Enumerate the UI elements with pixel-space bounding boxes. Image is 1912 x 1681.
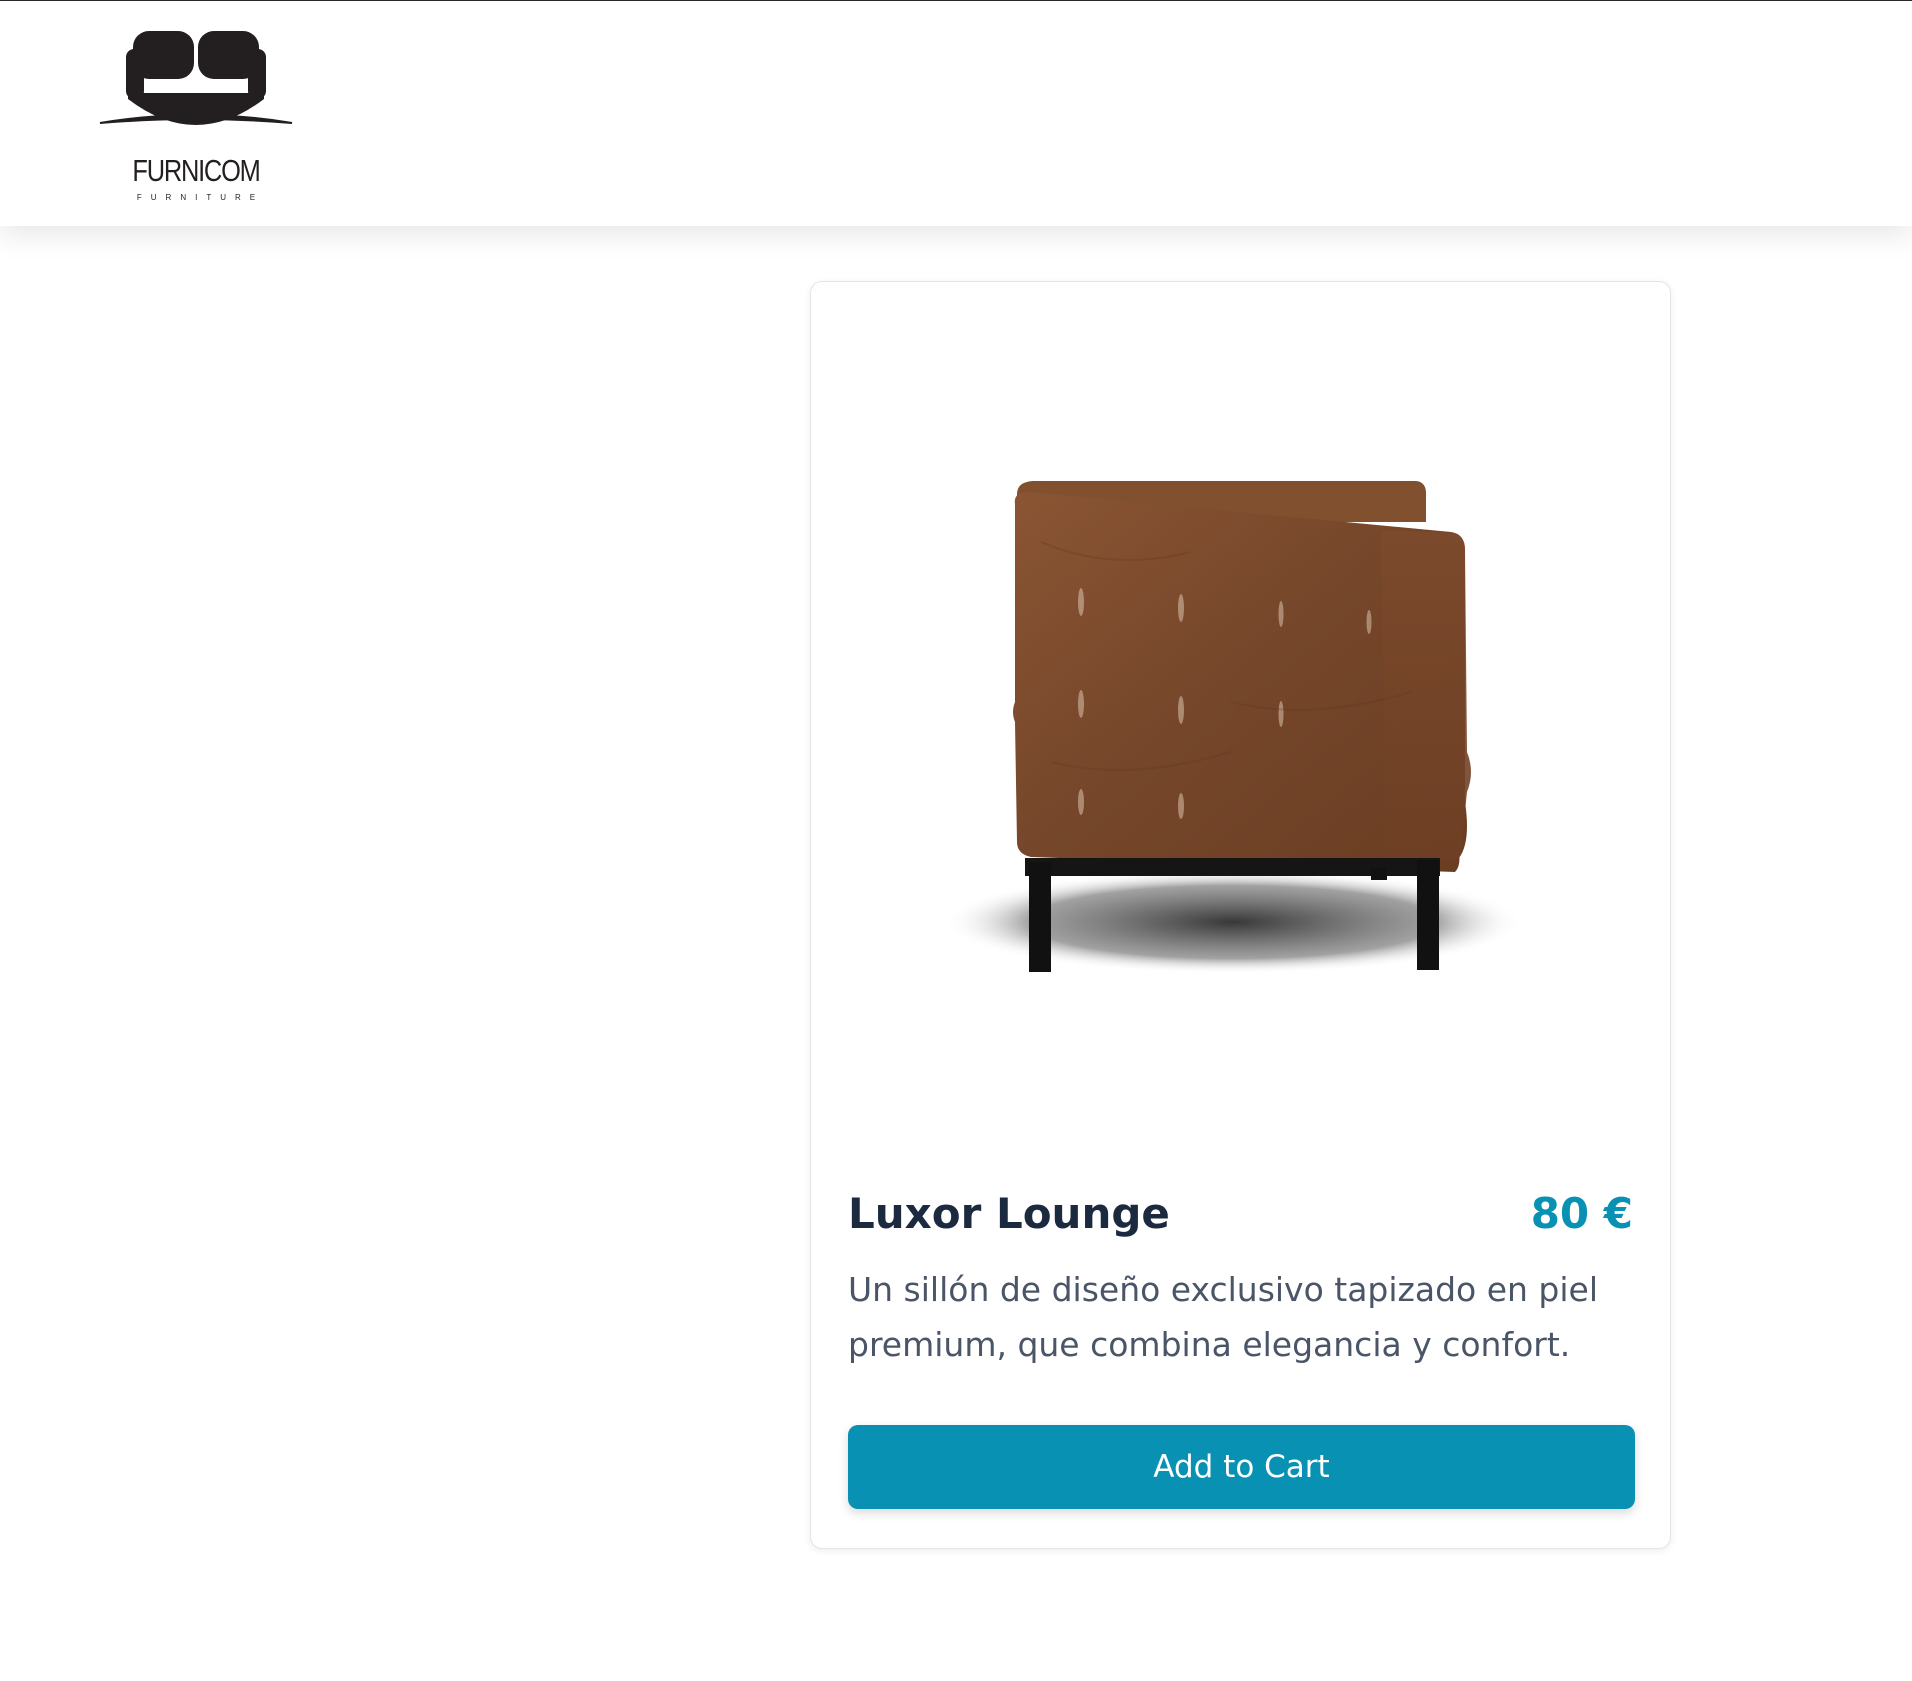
add-to-cart-button[interactable]: Add to Cart — [848, 1425, 1635, 1509]
brand-tagline: FURNITURE — [136, 193, 265, 202]
site-header: FURNICOM FURNITURE — [0, 1, 1912, 226]
sofa-logo-icon — [99, 31, 293, 125]
product-title: Luxor Lounge — [848, 1189, 1170, 1238]
brand-logo[interactable]: FURNICOM FURNITURE — [96, 27, 296, 207]
brand-name: FURNICOM — [132, 153, 260, 188]
product-image[interactable] — [811, 282, 1670, 1162]
product-card: Luxor Lounge 80 € Un sillón de diseño ex… — [810, 281, 1671, 1549]
armchair-image — [943, 481, 1523, 974]
product-price: 80 € — [1530, 1189, 1633, 1238]
product-description: Un sillón de diseño exclusivo tapizado e… — [848, 1270, 1599, 1364]
